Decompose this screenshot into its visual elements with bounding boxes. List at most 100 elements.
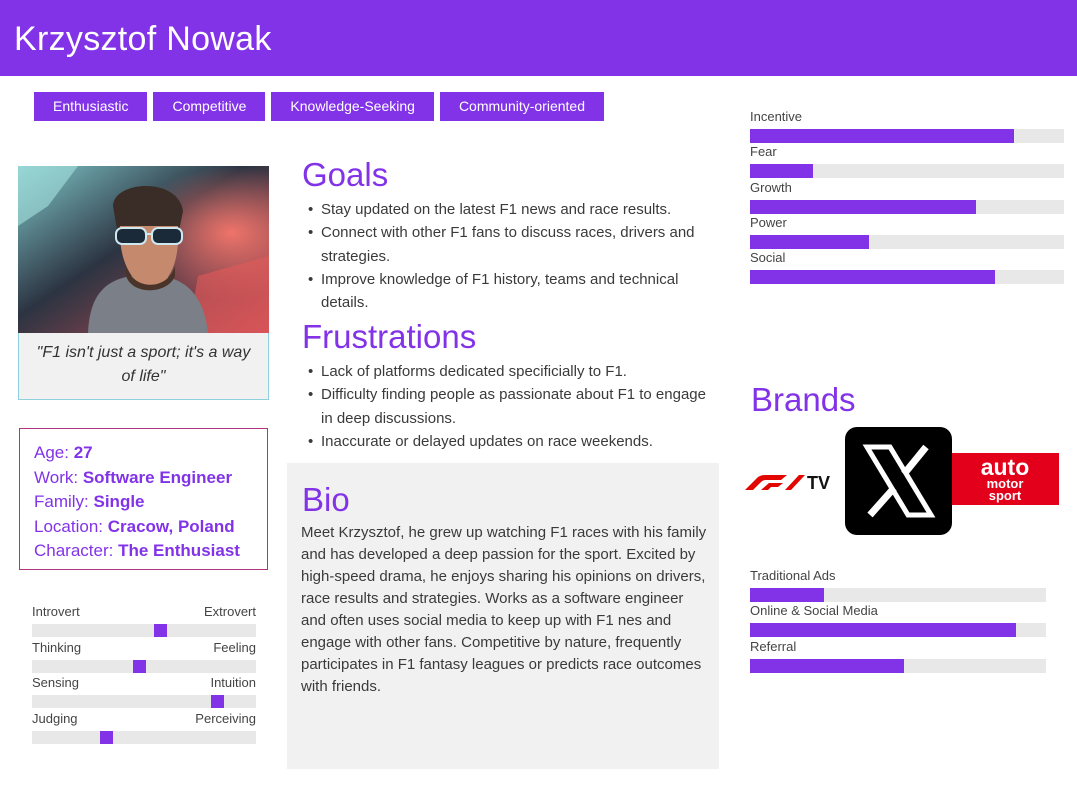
motivation-bar: Fear [750,144,1064,179]
motivation-label: Incentive [750,109,803,124]
scale-marker [133,659,146,673]
motivation-fill [750,234,870,249]
motivation-label: Power [750,214,787,230]
channel-bar: Traditional Ads [750,568,1046,603]
motivation-fill [750,164,813,179]
fact-work-label: Work: [34,467,83,487]
scale-right-label: Extrovert [203,604,256,619]
frustration-item: Lack of platforms dedicated specificiall… [302,360,712,384]
scale-track [32,730,256,744]
scale-track [32,659,256,673]
persona-quote: "F1 isn't just a sport; it's a way of li… [18,333,269,400]
frustration-item: Difficulty finding people as passionate … [302,383,712,430]
fact-age-value: 27 [73,443,93,462]
fact-work-value: Software Engineer [82,467,233,487]
motivation-bar: Power [750,215,1064,250]
channel-fill [750,623,1017,638]
motivation-fill [750,270,995,285]
motivation-fill [750,129,1014,143]
fact-character: Character: The Enthusiast [34,539,267,564]
f1-logo-icon: TV [745,473,830,493]
motivation-label: Growth [750,179,792,195]
channel-track [750,623,1046,638]
tag-knowledge-seeking: Knowledge-Seeking [271,92,434,121]
motivation-label: Social [750,250,786,266]
tag-community-oriented: Community-oriented [439,92,604,121]
frustrations-list: Lack of platforms dedicated specificiall… [302,360,712,453]
fact-character-value: The Enthusiast [118,541,240,560]
personality-scales: Introvert Extrovert Thinking Feeling Sensi… [32,603,256,745]
f1-tv-logo-text: TV [807,473,830,493]
fact-work: Work: Software Engineer [34,466,267,491]
bio-text: Meet Krzysztof, he grew up watching F1 r… [301,524,707,695]
motivation-bar: Social [750,250,1064,285]
fact-character-label: Character: [34,541,119,560]
channel-label: Referral [750,638,797,654]
fact-family-label: Family: [34,492,94,511]
brands-title: Brands [751,381,856,418]
motivation-bar: Incentive [750,109,1064,144]
goal-item: Connect with other F1 fans to discuss ra… [302,221,712,268]
scale-track [32,695,256,708]
scale-left-label: Judging [32,710,78,726]
scale-right-label: Intuition [210,675,256,690]
fact-age-label: Age: [34,443,74,462]
motivation-bar: Growth [750,180,1064,215]
bio-title: Bio [302,481,350,518]
scale-marker [211,695,224,708]
personality-scale: Thinking Feeling [32,639,256,675]
header-bar: Krzysztof Nowak [0,0,1077,76]
ams-line3: sport [989,488,1022,503]
motivation-fill [750,199,977,214]
motivation-track [750,129,1064,143]
scale-marker [100,730,113,744]
tag-enthusiastic: Enthusiastic [34,92,148,121]
f1-tv-logo: TV [743,466,839,496]
goals-title: Goals [302,156,389,193]
auto-motor-sport-icon: auto motor sport [952,453,1059,505]
personality-scale: Sensing Intuition [32,674,256,710]
auto-motor-sport-logo: auto motor sport [952,453,1059,505]
motivation-track [750,270,1064,285]
persona-photo [18,166,269,333]
persona-photo-image [18,166,269,333]
persona-facts: Age: 27 Work: Software Engineer Family: … [19,428,268,570]
channel-track [750,588,1046,602]
scale-track [32,624,256,637]
goals-list: Stay updated on the latest F1 news and r… [302,198,712,314]
channel-bar: Referral [750,639,1046,674]
scale-marker [154,624,167,637]
channel-bars: Traditional Ads Online & Social Media Re… [750,568,1046,674]
persona-name: Krzysztof Nowak [14,20,272,58]
fact-location-label: Location: [34,516,108,536]
scale-left-label: Thinking [32,639,82,655]
fact-location-value: Cracow, Poland [107,516,235,536]
personality-scale: Introvert Extrovert [32,603,256,639]
x-icon [862,444,936,518]
channel-label: Traditional Ads [750,568,836,583]
trait-tags: Enthusiastic Competitive Knowledge-Seeki… [34,92,604,121]
motivation-track [750,199,1064,214]
x-logo [845,427,952,535]
fact-family-value: Single [93,492,145,511]
channel-fill [750,588,824,602]
personality-scale: Judging Perceiving [32,710,256,746]
frustrations-title: Frustrations [302,318,477,355]
channel-label: Online & Social Media [750,603,878,619]
motivation-track [750,234,1064,249]
channel-bar: Online & Social Media [750,603,1046,638]
fact-family: Family: Single [34,490,267,515]
channel-fill [750,658,904,673]
frustration-item: Inaccurate or delayed updates on race we… [302,430,712,454]
fact-location: Location: Cracow, Poland [34,515,267,540]
motivation-label: Fear [750,144,777,160]
fact-age: Age: 27 [34,441,267,466]
scale-right-label: Feeling [213,639,256,655]
motivation-bars: Incentive Fear Growth Power Social [750,109,1064,285]
tag-competitive: Competitive [153,92,266,121]
scale-left-label: Sensing [32,675,79,690]
scale-left-label: Introvert [32,604,80,619]
channel-track [750,658,1046,673]
goal-item: Improve knowledge of F1 history, teams a… [302,268,712,315]
scale-right-label: Perceiving [195,710,256,726]
